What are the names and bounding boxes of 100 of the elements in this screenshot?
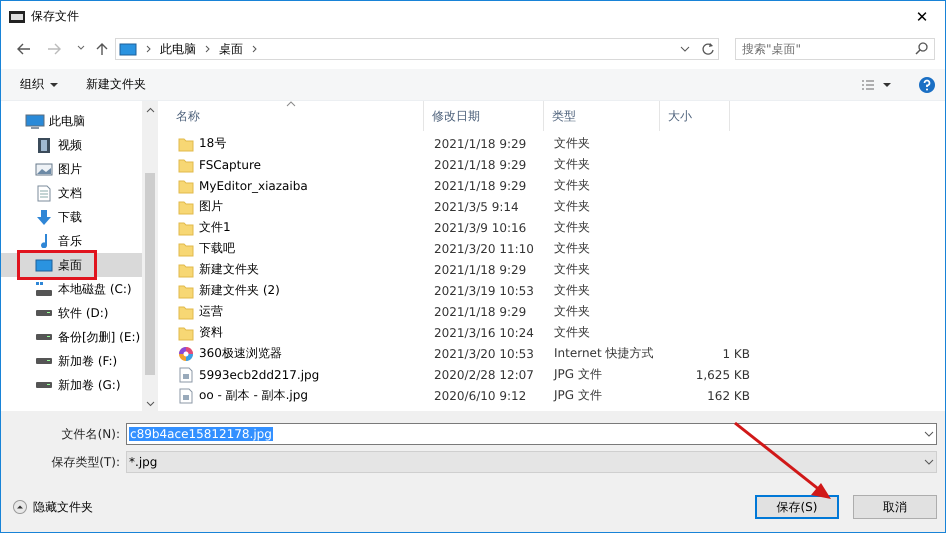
folder-icon	[178, 324, 194, 340]
file-row[interactable]: oo - 副本 - 副本.jpg 2020/6/10 9:12 JPG 文件 162 KB	[168, 385, 945, 406]
modified-date: 2021/1/18 9:29	[434, 178, 528, 192]
chevron-icon	[145, 45, 152, 53]
file-type: 文件夹	[554, 240, 591, 257]
folder-icon	[178, 178, 194, 194]
hide-folders-button[interactable]: 隐藏文件夹	[13, 498, 93, 516]
search-field[interactable]: 搜索"桌面"	[735, 38, 935, 60]
list-view-icon[interactable]	[861, 78, 875, 90]
file-row[interactable]: 新建文件夹 2021/1/18 9:29 文件夹	[168, 259, 945, 280]
modified-date: 2021/3/5 9:14	[434, 200, 520, 214]
file-name: 图片	[199, 198, 223, 215]
help-icon[interactable]	[919, 76, 935, 92]
filename-label: 文件名(N):	[60, 426, 121, 442]
drive-icon	[36, 310, 52, 316]
file-row[interactable]: 新建文件夹 (2) 2021/3/19 10:53 文件夹	[168, 280, 945, 301]
address-bar[interactable]: 此电脑 桌面	[115, 38, 719, 60]
column-header[interactable]: 大小	[660, 101, 730, 131]
save-button[interactable]: 保存(S)	[755, 495, 839, 519]
file-name: 新建文件夹 (2)	[199, 282, 280, 299]
folder-icon	[178, 262, 194, 278]
folder-icon	[178, 198, 194, 214]
file-row[interactable]: 资料 2021/3/16 10:24 文件夹	[168, 322, 945, 343]
desktop-icon	[35, 256, 53, 274]
new-folder-button[interactable]: 新建文件夹	[86, 76, 146, 93]
column-header[interactable]: 修改日期	[424, 101, 544, 131]
sidebar-item[interactable]: 音乐	[1, 229, 142, 253]
modified-date: 2021/1/18 9:29	[434, 136, 528, 150]
folder-icon	[178, 240, 194, 256]
file-type: 文件夹	[554, 177, 591, 194]
file-name: 下载吧	[199, 240, 235, 257]
dropdown-caret-icon	[924, 459, 934, 465]
drive-icon	[35, 280, 53, 298]
file-name: 运营	[199, 303, 223, 320]
drive-icon	[36, 334, 52, 340]
chevron-icon	[204, 45, 211, 53]
sidebar-item[interactable]: 文档	[1, 181, 142, 205]
modified-date: 2021/3/19 10:53	[434, 284, 535, 298]
file-row[interactable]: 下载吧 2021/3/20 11:10 文件夹	[168, 238, 945, 259]
file-row[interactable]: 文件1 2021/3/9 10:16 文件夹	[168, 217, 945, 238]
window-title: 保存文件	[31, 8, 80, 25]
file-type: 文件夹	[554, 198, 591, 215]
modified-date: 2021/1/18 9:29	[434, 158, 528, 172]
file-row[interactable]: 图片 2021/3/5 9:14 文件夹	[168, 196, 945, 217]
collapse-icon	[13, 500, 27, 514]
up-arrow-icon[interactable]	[95, 42, 109, 56]
file-row[interactable]: 360极速浏览器 2021/3/20 10:53 Internet 快捷方式 1 KB	[168, 343, 945, 364]
picture-frame-icon	[35, 160, 53, 178]
file-type: 文件夹	[554, 303, 591, 320]
file-type: 文件夹	[554, 282, 591, 299]
file-size: 162 KB	[707, 388, 750, 402]
folder-icon	[178, 220, 194, 236]
drive-icon	[36, 382, 52, 388]
file-row[interactable]: FSCapture 2021/1/18 9:29 文件夹	[168, 154, 945, 175]
modified-date: 2021/3/9 10:16	[434, 220, 528, 234]
sidebar-item[interactable]: 本地磁盘 (C:)	[1, 277, 142, 301]
sidebar-item[interactable]: 视频	[1, 133, 142, 157]
drive-icon	[36, 358, 52, 364]
scrollbar[interactable]	[142, 101, 158, 411]
file-row[interactable]: 运营 2021/1/18 9:29 文件夹	[168, 301, 945, 322]
sidebar-item[interactable]: 下载	[1, 205, 142, 229]
caret-icon[interactable]	[883, 82, 891, 86]
file-size: 1,625 KB	[696, 368, 750, 382]
image-file-icon	[178, 366, 194, 382]
file-type: 文件夹	[554, 324, 591, 341]
sidebar-item[interactable]: 新加卷 (F:)	[1, 349, 142, 373]
folder-icon	[178, 136, 194, 152]
breadcrumb[interactable]: 桌面	[219, 40, 243, 58]
back-arrow-icon[interactable]	[17, 42, 31, 56]
scroll-up-icon	[146, 107, 154, 113]
column-header[interactable]: 名称	[168, 101, 424, 131]
file-type: 文件夹	[554, 156, 591, 173]
organize-menu[interactable]: 组织	[20, 76, 58, 93]
column-header[interactable]: 类型	[544, 101, 660, 131]
breadcrumb[interactable]: 此电脑	[160, 40, 196, 58]
file-row[interactable]: 5993ecb2dd217.jpg 2020/2/28 12:07 JPG 文件 1,625 KB	[168, 364, 945, 385]
modified-date: 2021/3/16 10:24	[434, 326, 535, 340]
modified-date: 2020/2/28 12:07	[434, 368, 535, 382]
file-type: Internet 快捷方式	[554, 345, 654, 362]
folder-icon	[178, 156, 194, 172]
desktop-icon	[119, 42, 137, 56]
file-row[interactable]: 18号 2021/1/18 9:29 文件夹	[168, 133, 945, 154]
sidebar-item[interactable]: 此电脑	[1, 109, 142, 133]
modified-date: 2021/3/20 11:10	[434, 242, 535, 256]
sidebar-item[interactable]: 图片	[1, 157, 142, 181]
dropdown-caret-icon	[924, 431, 934, 437]
filetype-dropdown[interactable]: *.jpg	[126, 451, 937, 473]
sidebar-item[interactable]: 桌面	[1, 253, 142, 277]
file-name: MyEditor_xiazaiba	[199, 178, 308, 192]
file-row[interactable]: MyEditor_xiazaiba 2021/1/18 9:29 文件夹	[168, 175, 945, 196]
window-icon	[9, 8, 25, 24]
sidebar-item[interactable]: 新加卷 (G:)	[1, 373, 142, 397]
folder-icon	[178, 304, 194, 320]
sidebar-item[interactable]: 备份[勿删] (E:)	[1, 325, 142, 349]
close-button[interactable]: ✕	[899, 1, 945, 32]
sidebar-item[interactable]: 软件 (D:)	[1, 301, 142, 325]
refresh-icon[interactable]	[701, 42, 715, 56]
cancel-button[interactable]: 取消	[853, 495, 937, 519]
dropdown-caret-icon[interactable]	[680, 46, 690, 52]
folder-icon	[178, 282, 194, 298]
